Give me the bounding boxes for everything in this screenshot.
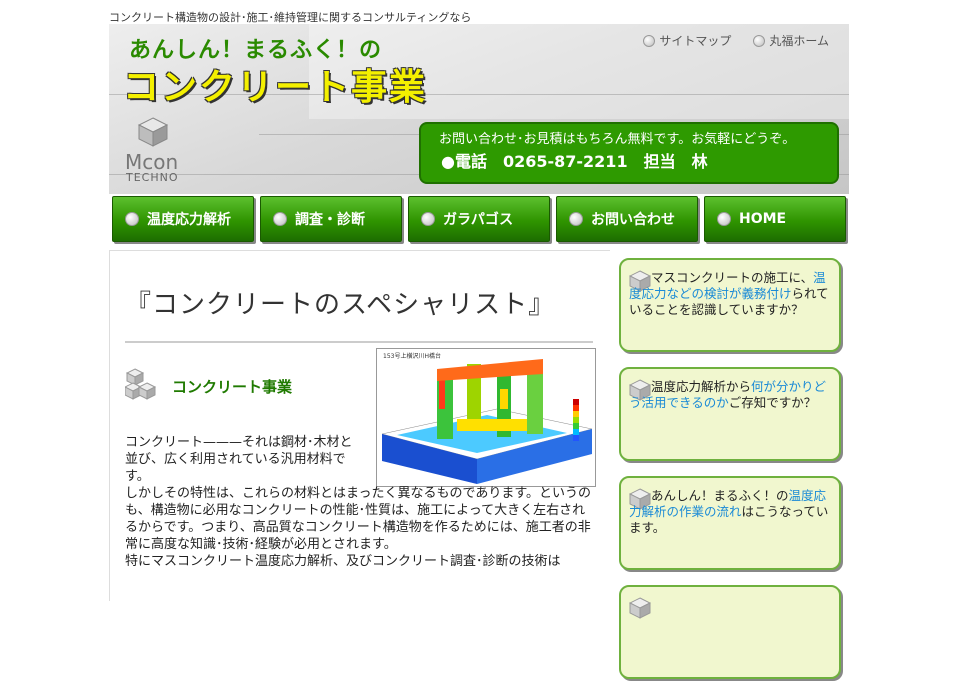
bullet-icon (273, 212, 287, 226)
nav-label: ガラパゴス (443, 212, 514, 228)
sidebar-card-workflow[interactable]: あんしん！まるふく！の温度応力解析の作業の流れはこうなっています。 (619, 476, 841, 570)
nav-item-inspection[interactable]: 調査・診断 (260, 196, 402, 242)
section-title: コンクリート事業 (172, 378, 293, 396)
bullet-icon (569, 212, 583, 226)
main-content: 『コンクリートのスペシャリスト』 コンクリート事業 153号上横沢川H橋台 コン… (109, 250, 849, 679)
nav-label: お問い合わせ (591, 212, 675, 228)
header-title: コンクリート事業 (123, 67, 428, 108)
sitemap-link-label: サイトマップ (659, 34, 732, 48)
bullet-icon (421, 212, 435, 226)
nav-label: 温度応力解析 (147, 212, 231, 228)
cube-icon (137, 117, 169, 147)
paragraph: コンクリート———それは鋼材･木材と並び、広く利用されている汎用材料です。 (125, 435, 353, 484)
nav-label: HOME (739, 211, 787, 227)
marufuku-home-link-label: 丸福ホーム (769, 34, 829, 48)
nav-item-contact[interactable]: お問い合わせ (556, 196, 698, 242)
divider (125, 341, 593, 343)
bullet-icon (753, 34, 766, 47)
nav-item-galapagos[interactable]: ガラパゴス (408, 196, 550, 242)
cube-icon (629, 597, 651, 619)
nav-item-home[interactable]: HOME (704, 196, 846, 242)
sidebar-card-usage[interactable]: 温度応力解析から何が分かりどう活用できるのかご存知ですか？ (619, 367, 841, 461)
top-links: サイトマップ 丸福ホーム (643, 32, 829, 49)
site-tagline: コンクリート構造物の設計･施工･維持管理に関するコンサルティングなら (109, 11, 472, 24)
logo-sub: TECHNO (126, 171, 179, 184)
sidebar-card-more[interactable] (619, 585, 841, 679)
contact-box: お問い合わせ･お見積はもちろん無料です。お気軽にどうぞ。 ●電話 0265-87… (419, 122, 839, 184)
site-header: あんしん！まるふく！の コンクリート事業 サイトマップ 丸福ホーム Mcon T… (109, 24, 849, 194)
main-nav: 温度応力解析 調査・診断 ガラパゴス お問い合わせ HOME (109, 194, 849, 244)
nav-label: 調査・診断 (295, 212, 365, 228)
sidebar: マスコンクリートの施工に、温度応力などの検討が義務付けられていることを認識してい… (619, 258, 841, 694)
card-text: あんしん！まるふく！の温度応力解析の作業の流れはこうなっています。 (629, 488, 829, 535)
contact-phone: ●電話 0265-87-2211 担当 林 (441, 152, 708, 171)
bullet-icon (125, 212, 139, 226)
paragraph: 特にマスコンクリート温度応力解析、及びコンクリート調査･診断の技術は (125, 554, 561, 569)
marufuku-home-link[interactable]: 丸福ホーム (753, 32, 829, 49)
bullet-icon (717, 212, 731, 226)
mcon-logo: Mcon TECHNO (123, 116, 193, 186)
bullet-icon (643, 34, 656, 47)
page-title: 『コンクリートのスペシャリスト』 (125, 290, 556, 320)
card-text: マスコンクリートの施工に、温度応力などの検討が義務付けられていることを認識してい… (629, 270, 829, 317)
cubes-icon (125, 368, 157, 400)
contact-note: お問い合わせ･お見積はもちろん無料です。お気軽にどうぞ。 (439, 132, 796, 147)
sitemap-link[interactable]: サイトマップ (643, 32, 731, 49)
paragraph: しかしその特性は、これらの材料とはまったく異なるものであります。というのも、構造… (125, 486, 592, 552)
card-text: 温度応力解析から何が分かりどう活用できるのかご存知ですか？ (629, 379, 827, 410)
sidebar-card-obligation[interactable]: マスコンクリートの施工に、温度応力などの検討が義務付けられていることを認識してい… (619, 258, 841, 352)
intro-text: コンクリート———それは鋼材･木材と並び、広く利用されている汎用材料です。 しか… (125, 434, 595, 570)
figure-caption: 153号上横沢川H橋台 (383, 353, 441, 360)
nav-item-thermal-stress[interactable]: 温度応力解析 (112, 196, 254, 242)
